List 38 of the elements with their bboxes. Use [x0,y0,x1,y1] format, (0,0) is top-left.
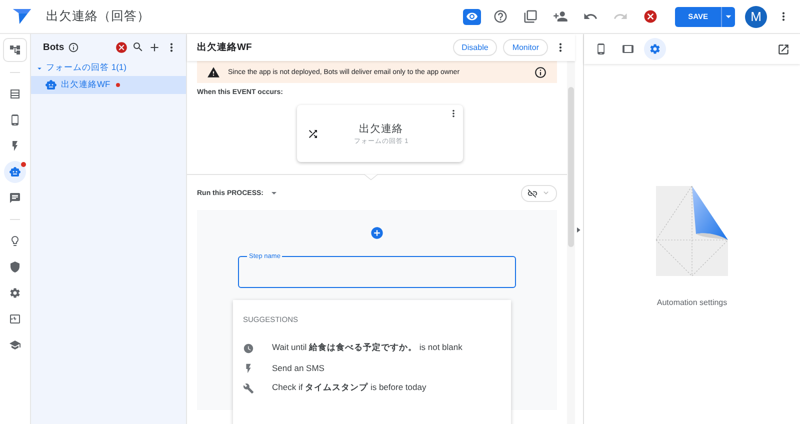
tree-group[interactable]: フォームの回答 1(1) [31,60,186,76]
info-icon[interactable] [68,42,80,52]
eye-icon[interactable] [463,8,482,24]
wrench-icon [243,382,254,394]
suggestion-text: Wait until 給食は食べる予定ですか。 is not blank [272,342,462,354]
shuffle-icon [307,128,319,140]
suggestion-text: Check if タイムスタンプ is before today [272,382,426,394]
warning-icon [207,66,220,78]
avatar[interactable]: M [745,6,767,28]
suggestion-text: Send an SMS [272,363,324,373]
robot-icon[interactable] [4,161,26,183]
flow-icon[interactable] [3,38,27,62]
scrollbar-thumb[interactable] [568,87,574,247]
suggestion-item[interactable]: Send an SMS [233,358,511,378]
event-title: 出欠連絡 [359,122,403,136]
bot-title: 出欠連絡WF [197,41,252,54]
add-icon[interactable] [148,40,161,54]
pill-button[interactable]: Monitor [503,39,548,56]
panel-caption: Automation settings [656,298,728,307]
logo-icon [12,8,32,25]
bot-item[interactable]: 出欠連絡WF [31,76,186,94]
settings-icon[interactable] [644,38,666,60]
suggestion-item[interactable]: Check if タイムスタンプ is before today [233,378,511,398]
app-title: 出欠連絡（回答） [46,8,150,25]
expand-arrow-icon[interactable] [577,227,581,233]
search-icon[interactable] [132,41,144,53]
link-toggle[interactable] [521,184,557,202]
add-step-icon[interactable] [370,226,384,240]
suggestion-item[interactable]: Wait until 給食は食べる予定ですか。 is not blank [233,338,511,358]
clock-icon [243,342,254,354]
save-menu-button[interactable] [721,6,735,26]
robot-icon [45,79,57,91]
open-external-icon[interactable] [777,42,790,56]
pill-button[interactable]: Disable [452,39,498,56]
info-icon[interactable] [534,66,547,78]
panel-title: Bots [43,42,64,52]
link-off-icon [527,188,538,198]
error-icon[interactable] [115,40,128,54]
